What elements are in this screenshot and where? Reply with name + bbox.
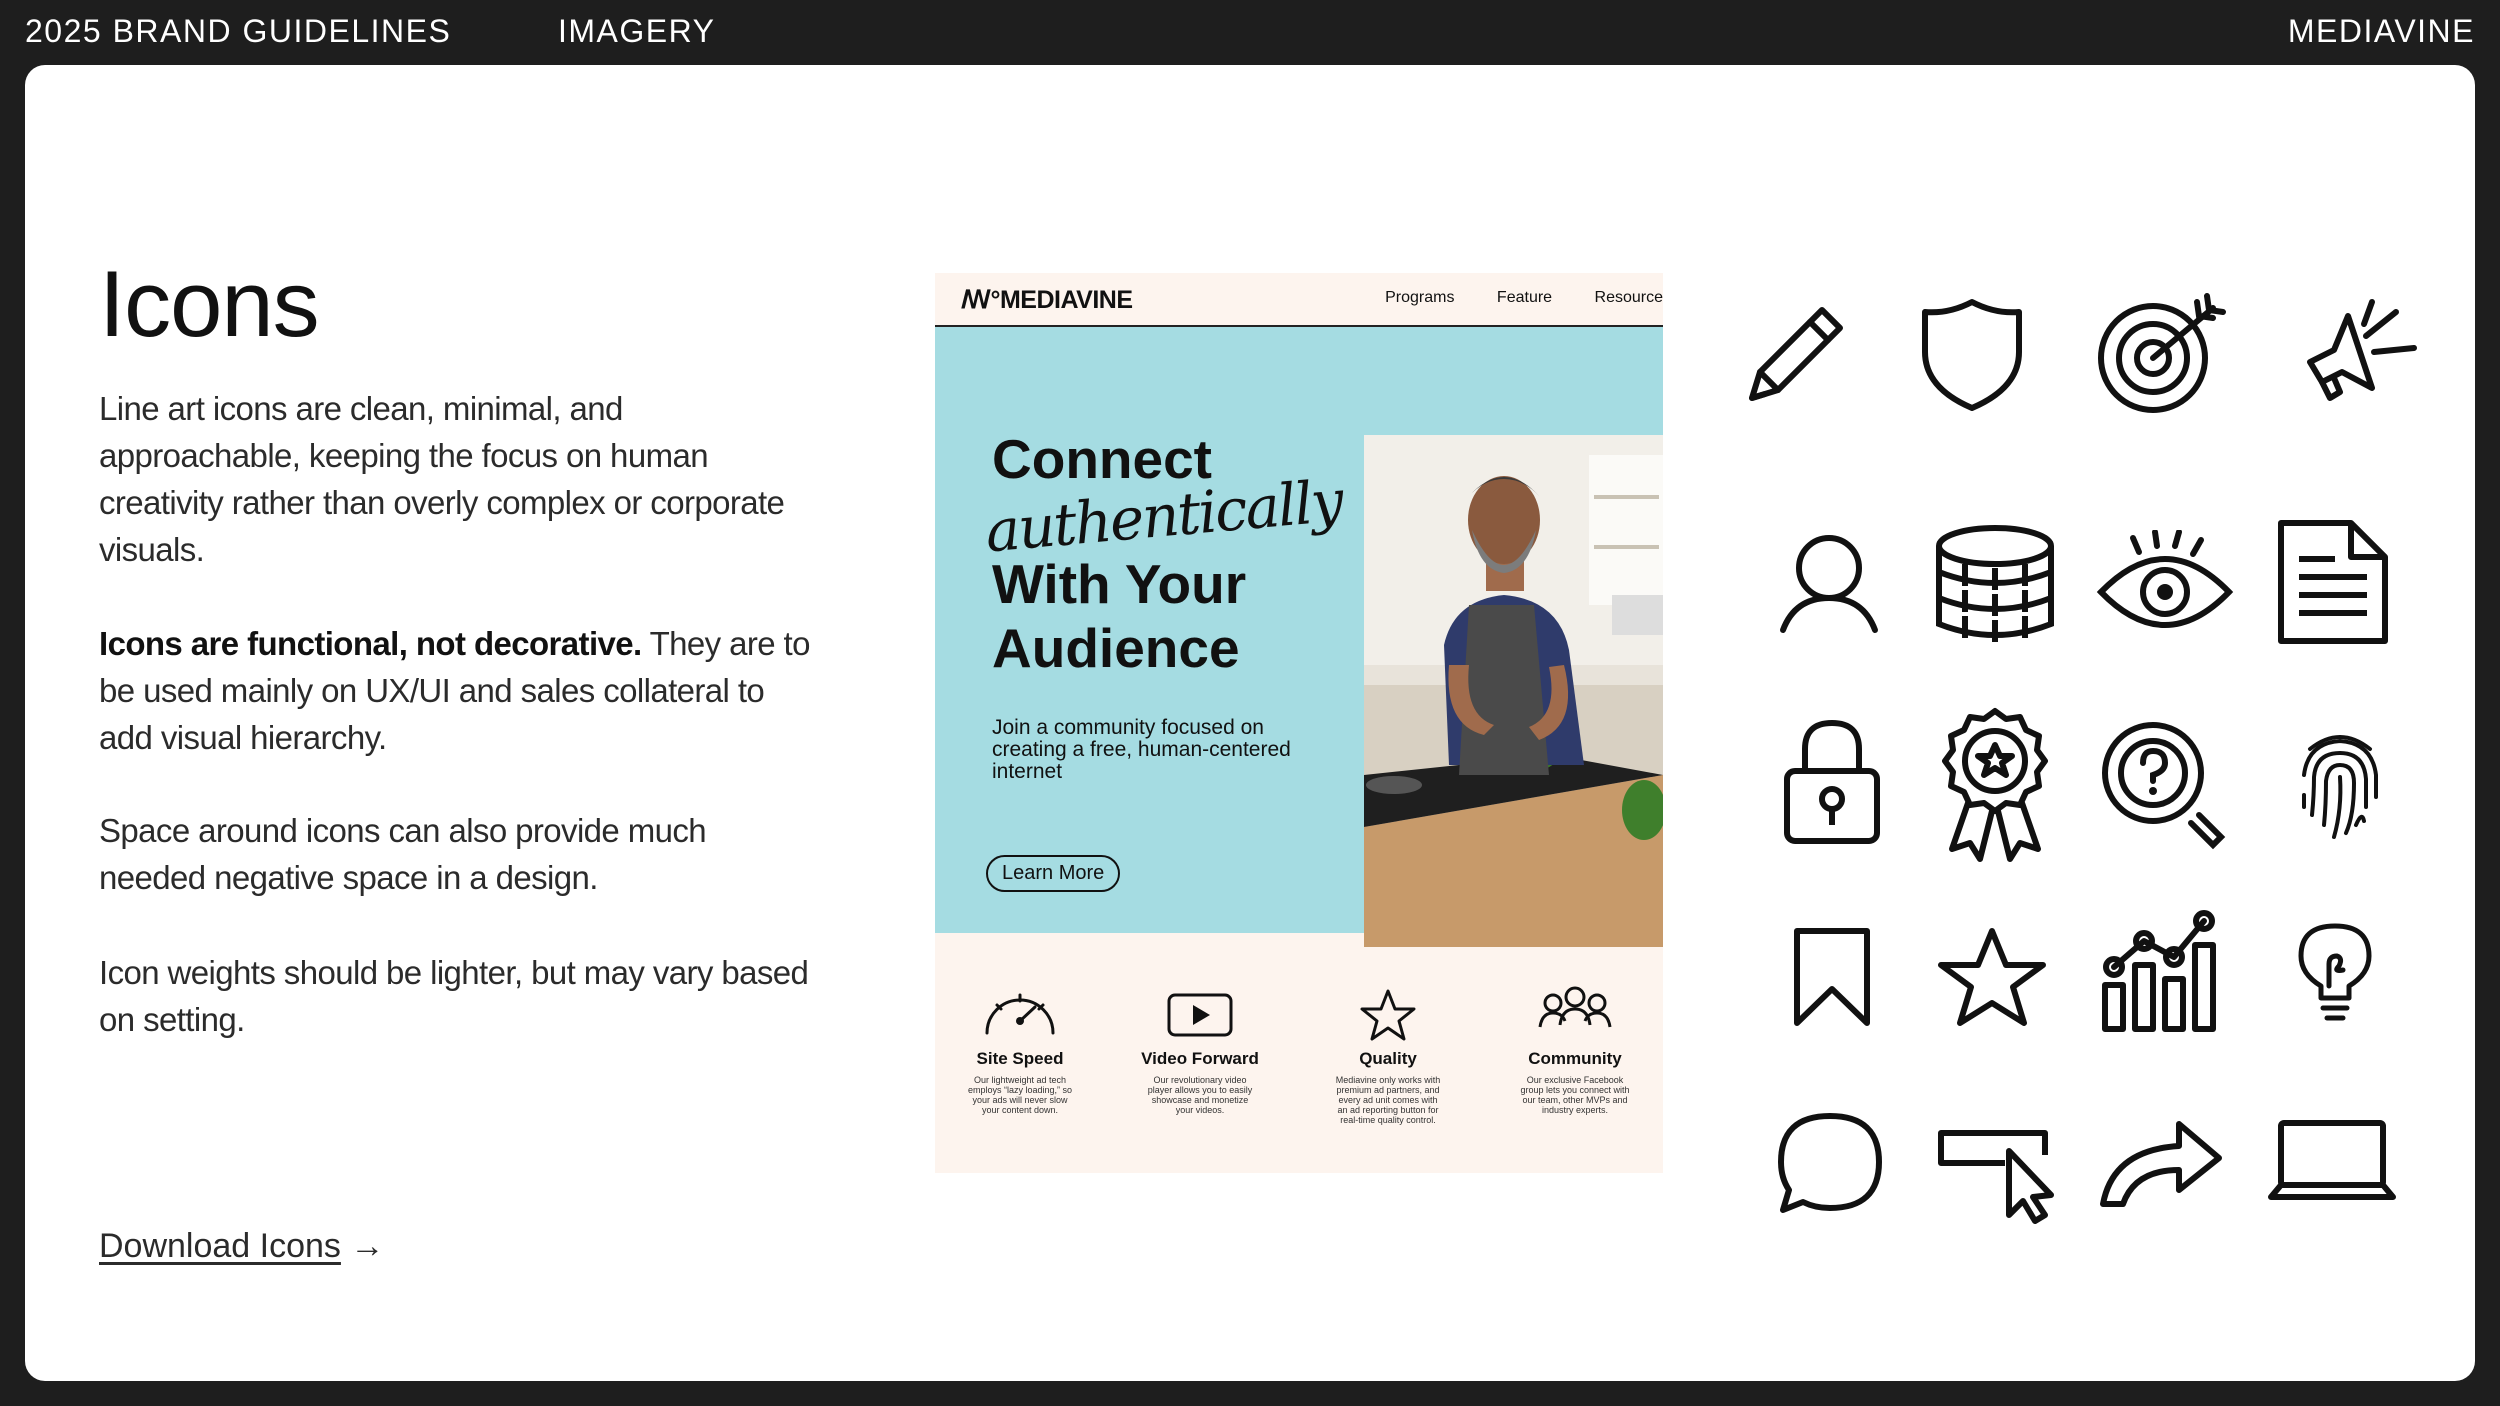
- website-mockup: ꟿ°MEDIAVINE Programs Feature Resource Co…: [935, 273, 1663, 1173]
- mockup-navbar: ꟿ°MEDIAVINE Programs Feature Resource: [935, 273, 1663, 327]
- hero-heading-with-your: With Your: [992, 553, 1247, 615]
- feature-community: Community Our exclusive Facebook group l…: [1490, 981, 1660, 1115]
- mockup-nav-resource[interactable]: Resource: [1595, 289, 1663, 306]
- document-icon: [2273, 515, 2393, 650]
- hero-heading-audience: With Your Audience: [992, 552, 1246, 680]
- chat-bubble-icon: [1775, 1110, 1885, 1220]
- section-label: IMAGERY: [558, 13, 716, 49]
- mockup-hero: Connect authentically With Your Audience …: [935, 327, 1663, 947]
- mockup-nav-feature[interactable]: Feature: [1497, 289, 1552, 306]
- mediavine-logo-icon: ꟿ°: [961, 286, 1000, 314]
- hero-subtext: Join a community focused on creating a f…: [992, 716, 1291, 783]
- arrow-right-icon: →: [350, 1227, 385, 1265]
- document-title: 2025 BRAND GUIDELINES: [25, 13, 452, 49]
- brand-name: MEDIAVINE: [2287, 13, 2475, 49]
- lock-icon: [1777, 715, 1887, 850]
- coins-icon: [1925, 520, 2065, 650]
- megaphone-icon: [2290, 290, 2430, 420]
- play-icon: [1115, 981, 1285, 1043]
- eye-icon: [2095, 530, 2235, 640]
- download-icons-link[interactable]: Download Icons →: [99, 1227, 384, 1266]
- laptop-icon: [2267, 1117, 2397, 1207]
- hero-heading-audience-word: Audience: [992, 617, 1240, 679]
- lightbulb-icon: [2295, 920, 2375, 1025]
- people-icon: [1490, 981, 1660, 1043]
- feature-label: Community: [1528, 1049, 1622, 1068]
- star-icon: [1303, 981, 1473, 1043]
- share-arrow-icon: [2095, 1110, 2225, 1210]
- search-question-icon: [2095, 715, 2235, 855]
- functional-bold-text: Icons are functional, not decorative.: [99, 625, 642, 662]
- paragraph-functional: Icons are functional, not decorative. Th…: [99, 620, 819, 761]
- mockup-logo-text: MEDIAVINE: [999, 286, 1133, 314]
- mockup-nav-links: Programs Feature Resource: [1347, 289, 1663, 307]
- bar-chart-icon: [2097, 905, 2227, 1035]
- paragraph-intro: Line art icons are clean, minimal, and a…: [99, 390, 785, 568]
- target-icon: [2085, 290, 2245, 420]
- paragraph-weights: Icon weights should be lighter, but may …: [99, 954, 809, 1038]
- feature-site-speed: Site Speed Our lightweight ad tech emplo…: [935, 981, 1105, 1115]
- shield-icon: [1907, 290, 2037, 420]
- content-card: Icons Line art icons are clean, minimal,…: [25, 65, 2475, 1381]
- click-button-icon: [1935, 1125, 2060, 1225]
- feature-label: Site Speed: [976, 1049, 1064, 1068]
- feature-description: Our lightweight ad tech employs “lazy lo…: [967, 1075, 1073, 1115]
- user-icon: [1765, 530, 1895, 640]
- fingerprint-icon: [2290, 725, 2390, 845]
- feature-description: Our revolutionary video player allows yo…: [1147, 1075, 1253, 1115]
- page-title: Icons: [99, 251, 320, 356]
- learn-more-button[interactable]: Learn More: [986, 855, 1121, 892]
- top-bar: 2025 BRAND GUIDELINES IMAGERY MEDIAVINE: [0, 0, 2500, 64]
- chef-photo: [1364, 435, 1663, 947]
- mockup-nav-programs[interactable]: Programs: [1385, 289, 1454, 306]
- mockup-features: Site Speed Our lightweight ad tech emplo…: [935, 981, 1663, 1173]
- award-badge-icon: [1930, 705, 2060, 865]
- paragraph-space: Space around icons can also provide much…: [99, 812, 707, 896]
- speedometer-icon: [935, 981, 1105, 1043]
- feature-label: Quality: [1359, 1049, 1417, 1068]
- star-icon: [1935, 925, 2050, 1035]
- feature-video-forward: Video Forward Our revolutionary video pl…: [1115, 981, 1285, 1115]
- download-label: Download Icons: [99, 1227, 341, 1265]
- mockup-logo: ꟿ°MEDIAVINE: [961, 285, 1133, 315]
- pencil-icon: [1730, 290, 1860, 420]
- bookmark-icon: [1787, 925, 1877, 1030]
- feature-quality: Quality Mediavine only works with premiu…: [1303, 981, 1473, 1125]
- feature-description: Our exclusive Facebook group lets you co…: [1520, 1075, 1630, 1115]
- feature-label: Video Forward: [1141, 1049, 1259, 1068]
- feature-description: Mediavine only works with premium ad par…: [1335, 1075, 1441, 1125]
